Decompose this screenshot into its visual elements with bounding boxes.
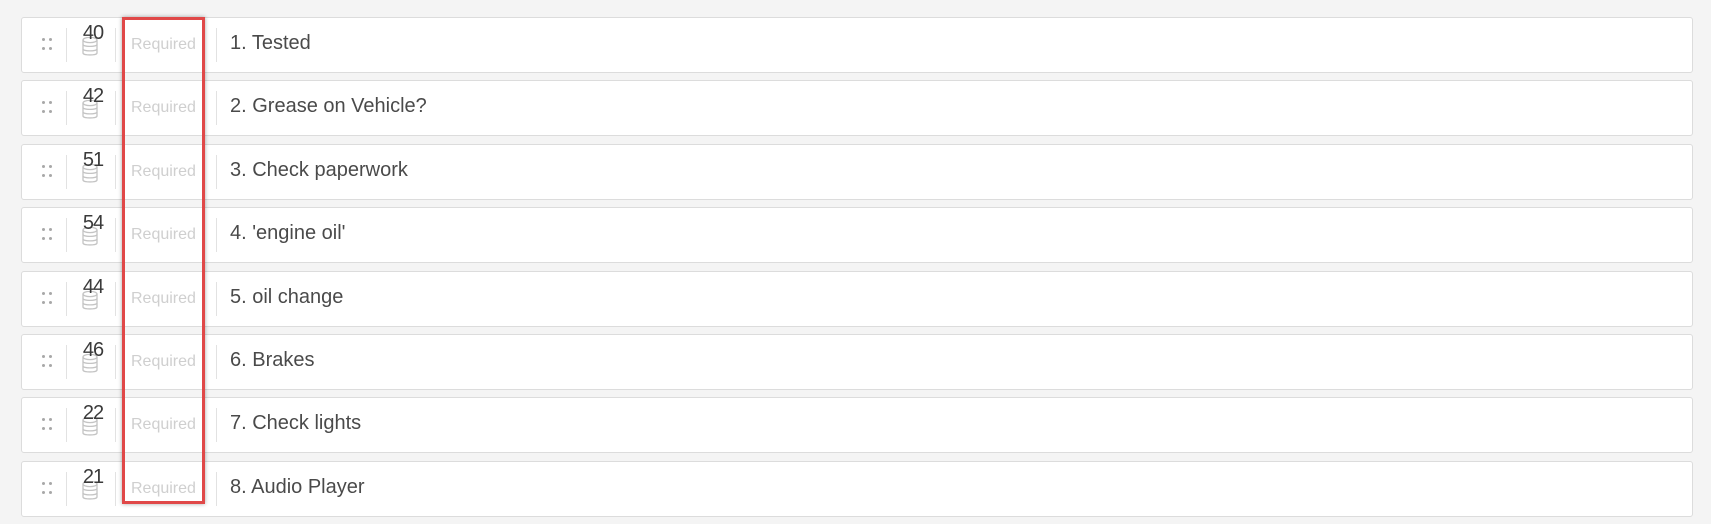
- question-label[interactable]: 8. Audio Player: [230, 476, 365, 499]
- question-row[interactable]: 40 Required 1. Tested: [21, 17, 1693, 73]
- response-count: 21: [82, 465, 104, 488]
- required-toggle[interactable]: Required: [131, 36, 196, 54]
- divider: [66, 28, 67, 62]
- question-row[interactable]: 21 Required 8. Audio Player: [21, 460, 1693, 517]
- question-label[interactable]: 6. Brakes: [230, 349, 314, 372]
- response-count: 40: [82, 22, 104, 44]
- drag-handle-icon[interactable]: [42, 38, 54, 52]
- question-list: 40 Required 1. Tested 42 Required 2. Gre…: [21, 17, 1693, 524]
- divider: [115, 91, 116, 126]
- divider: [216, 344, 217, 379]
- divider: [216, 154, 217, 189]
- drag-handle-icon[interactable]: [42, 481, 54, 496]
- response-count: 42: [82, 85, 104, 108]
- divider: [115, 28, 116, 62]
- response-count: 44: [82, 275, 104, 298]
- required-toggle[interactable]: Required: [131, 226, 196, 244]
- response-count: 46: [82, 338, 104, 361]
- divider: [66, 344, 67, 379]
- divider: [66, 218, 67, 253]
- question-row[interactable]: 54 Required 4. 'engine oil': [21, 207, 1693, 264]
- drag-handle-icon[interactable]: [42, 164, 54, 179]
- divider: [115, 344, 116, 379]
- question-label[interactable]: 5. oil change: [230, 286, 343, 309]
- required-toggle[interactable]: Required: [131, 290, 196, 308]
- divider: [115, 471, 116, 506]
- divider: [66, 408, 67, 443]
- divider: [115, 408, 116, 443]
- divider: [216, 408, 217, 443]
- required-toggle[interactable]: Required: [131, 99, 196, 117]
- required-toggle[interactable]: Required: [131, 480, 196, 498]
- divider: [216, 28, 217, 62]
- drag-handle-icon[interactable]: [42, 101, 54, 115]
- divider: [216, 218, 217, 253]
- question-row[interactable]: 46 Required 6. Brakes: [21, 333, 1693, 390]
- response-count: 22: [82, 402, 104, 425]
- drag-handle-icon[interactable]: [42, 291, 54, 306]
- question-row[interactable]: 44 Required 5. oil change: [21, 270, 1693, 327]
- required-toggle[interactable]: Required: [131, 416, 196, 434]
- question-row[interactable]: 42 Required 2. Grease on Vehicle?: [21, 80, 1693, 137]
- drag-handle-icon[interactable]: [42, 354, 54, 369]
- divider: [66, 91, 67, 126]
- divider: [216, 91, 217, 126]
- response-count: 54: [82, 212, 104, 235]
- question-label[interactable]: 4. 'engine oil': [230, 222, 346, 245]
- divider: [66, 471, 67, 506]
- question-row[interactable]: 51 Required 3. Check paperwork: [21, 143, 1693, 200]
- divider: [115, 218, 116, 253]
- question-label[interactable]: 2. Grease on Vehicle?: [230, 95, 427, 118]
- required-toggle[interactable]: Required: [131, 163, 196, 181]
- divider: [66, 154, 67, 189]
- response-count: 51: [82, 148, 104, 171]
- divider: [66, 281, 67, 316]
- question-label[interactable]: 7. Check lights: [230, 412, 361, 435]
- divider: [115, 281, 116, 316]
- question-label[interactable]: 1. Tested: [230, 32, 311, 55]
- drag-handle-icon[interactable]: [42, 228, 54, 242]
- question-label[interactable]: 3. Check paperwork: [230, 159, 408, 182]
- divider: [216, 281, 217, 316]
- divider: [216, 471, 217, 506]
- required-toggle[interactable]: Required: [131, 353, 196, 371]
- question-row[interactable]: 22 Required 7. Check lights: [21, 397, 1693, 454]
- drag-handle-icon[interactable]: [42, 418, 54, 432]
- divider: [115, 154, 116, 189]
